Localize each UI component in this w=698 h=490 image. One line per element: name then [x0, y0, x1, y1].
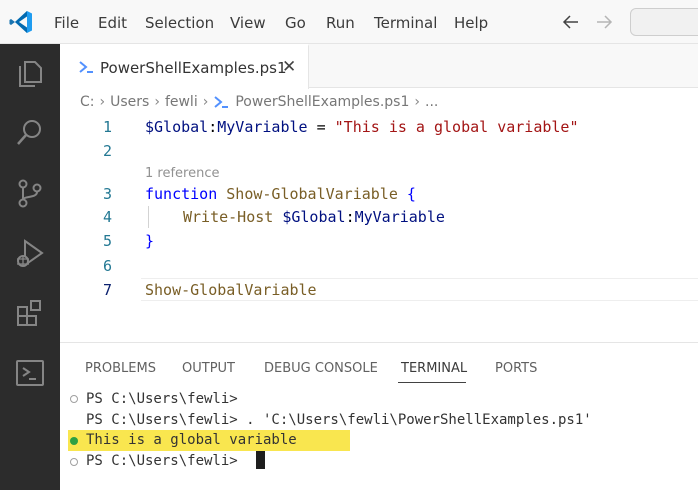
- tab-label: PowerShellExamples.ps1: [100, 59, 287, 77]
- token-string: "This is a global variable": [334, 118, 579, 136]
- breadcrumb-separator: ›: [154, 94, 160, 110]
- token-function-call: Show-GlobalVariable: [145, 281, 317, 299]
- line-number: 3: [102, 185, 112, 203]
- menu-selection[interactable]: Selection: [145, 13, 214, 33]
- menu-terminal[interactable]: Terminal: [374, 13, 437, 33]
- token-brace: }: [145, 232, 155, 250]
- tab-terminal[interactable]: TERMINAL: [401, 360, 467, 378]
- editor-tab-strip: PowerShellExamples.ps1 ✕: [60, 44, 698, 89]
- tab-output[interactable]: OUTPUT: [182, 360, 235, 378]
- tab-problems[interactable]: PROBLEMS: [85, 360, 156, 378]
- command-decoration-icon[interactable]: [70, 458, 78, 466]
- title-bar: File Edit Selection View Go Run Terminal…: [0, 0, 698, 44]
- line-number: 2: [102, 142, 112, 160]
- line-number: 5: [102, 232, 112, 250]
- token-colon: :: [208, 118, 218, 136]
- line-number: 6: [102, 257, 112, 275]
- terminal-cursor: [256, 451, 265, 469]
- token-keyword: function: [145, 185, 218, 203]
- line-number: 1: [102, 118, 112, 136]
- tab-powershellexamples[interactable]: PowerShellExamples.ps1 ✕: [60, 44, 309, 89]
- code-line-3[interactable]: function Show-GlobalVariable {: [145, 183, 416, 205]
- terminal-line[interactable]: PS C:\Users\fewli> . 'C:\Users\fewli\Pow…: [86, 410, 592, 430]
- breadcrumb-users[interactable]: Users: [110, 94, 149, 110]
- token-variable-scope: $Global: [145, 118, 209, 136]
- powershell-file-icon: [79, 61, 93, 73]
- menu-go[interactable]: Go: [285, 13, 306, 33]
- line-number-active: 7: [102, 281, 112, 299]
- powershell-file-icon: [214, 96, 229, 108]
- token-brace: {: [406, 185, 416, 203]
- token-variable-scope: $Global: [282, 208, 346, 226]
- active-tab-indicator: [398, 382, 466, 383]
- tab-ports[interactable]: PORTS: [495, 360, 537, 378]
- token-variable-name: MyVariable: [354, 208, 445, 226]
- code-line-5[interactable]: }: [145, 230, 154, 252]
- explorer-icon[interactable]: [13, 56, 47, 90]
- search-icon[interactable]: [13, 116, 47, 150]
- activity-bar: [0, 44, 60, 490]
- code-line-1[interactable]: $Global:MyVariable = "This is a global v…: [145, 116, 579, 138]
- token-colon: :: [345, 208, 355, 226]
- codelens-references[interactable]: 1 reference: [145, 165, 219, 183]
- breadcrumb-separator: ›: [202, 94, 209, 110]
- terminal-line[interactable]: This is a global variable: [86, 430, 297, 450]
- terminal-line[interactable]: PS C:\Users\fewli>: [86, 451, 238, 471]
- close-icon[interactable]: ✕: [282, 57, 296, 77]
- menu-edit[interactable]: Edit: [98, 13, 127, 33]
- breadcrumb-drive[interactable]: C:: [80, 94, 95, 110]
- command-success-icon[interactable]: [70, 437, 78, 445]
- token-variable-name: MyVariable: [217, 118, 308, 136]
- source-control-icon[interactable]: [13, 176, 47, 210]
- menu-run[interactable]: Run: [326, 13, 355, 33]
- extensions-icon[interactable]: [13, 296, 47, 330]
- vscode-logo-icon: [9, 11, 32, 33]
- token-command: Write-Host: [183, 208, 283, 226]
- breadcrumb-user[interactable]: fewli: [165, 94, 198, 110]
- breadcrumb-file[interactable]: PowerShellExamples.ps1: [235, 94, 409, 110]
- menu-file[interactable]: File: [54, 13, 79, 33]
- breadcrumb-more[interactable]: ...: [425, 94, 438, 110]
- powershell-terminal-icon[interactable]: [13, 356, 47, 390]
- breadcrumb-separator: ›: [99, 94, 106, 110]
- command-center-search[interactable]: [630, 8, 698, 36]
- token-operator: =: [307, 118, 335, 136]
- tab-debug-console[interactable]: DEBUG CONSOLE: [264, 360, 378, 378]
- menu-view[interactable]: View: [230, 13, 266, 33]
- code-line-4[interactable]: Write-Host $Global:MyVariable: [183, 206, 445, 228]
- token-function-name: Show-GlobalVariable: [217, 185, 407, 203]
- run-debug-icon[interactable]: [13, 236, 47, 270]
- breadcrumb: C: › Users › fewli › PowerShellExamples.ps1 ›..…: [80, 93, 438, 111]
- arrow-right-icon[interactable]: [593, 11, 615, 33]
- indent-guide: [148, 206, 149, 228]
- menu-help[interactable]: Help: [454, 13, 488, 33]
- terminal-line[interactable]: PS C:\Users\fewli>: [86, 389, 238, 409]
- line-number: 4: [102, 208, 112, 226]
- breadcrumb-separator: ›: [414, 94, 420, 110]
- command-decoration-icon[interactable]: [70, 395, 78, 403]
- arrow-left-icon[interactable]: [560, 11, 582, 33]
- code-line-7[interactable]: Show-GlobalVariable: [145, 279, 317, 301]
